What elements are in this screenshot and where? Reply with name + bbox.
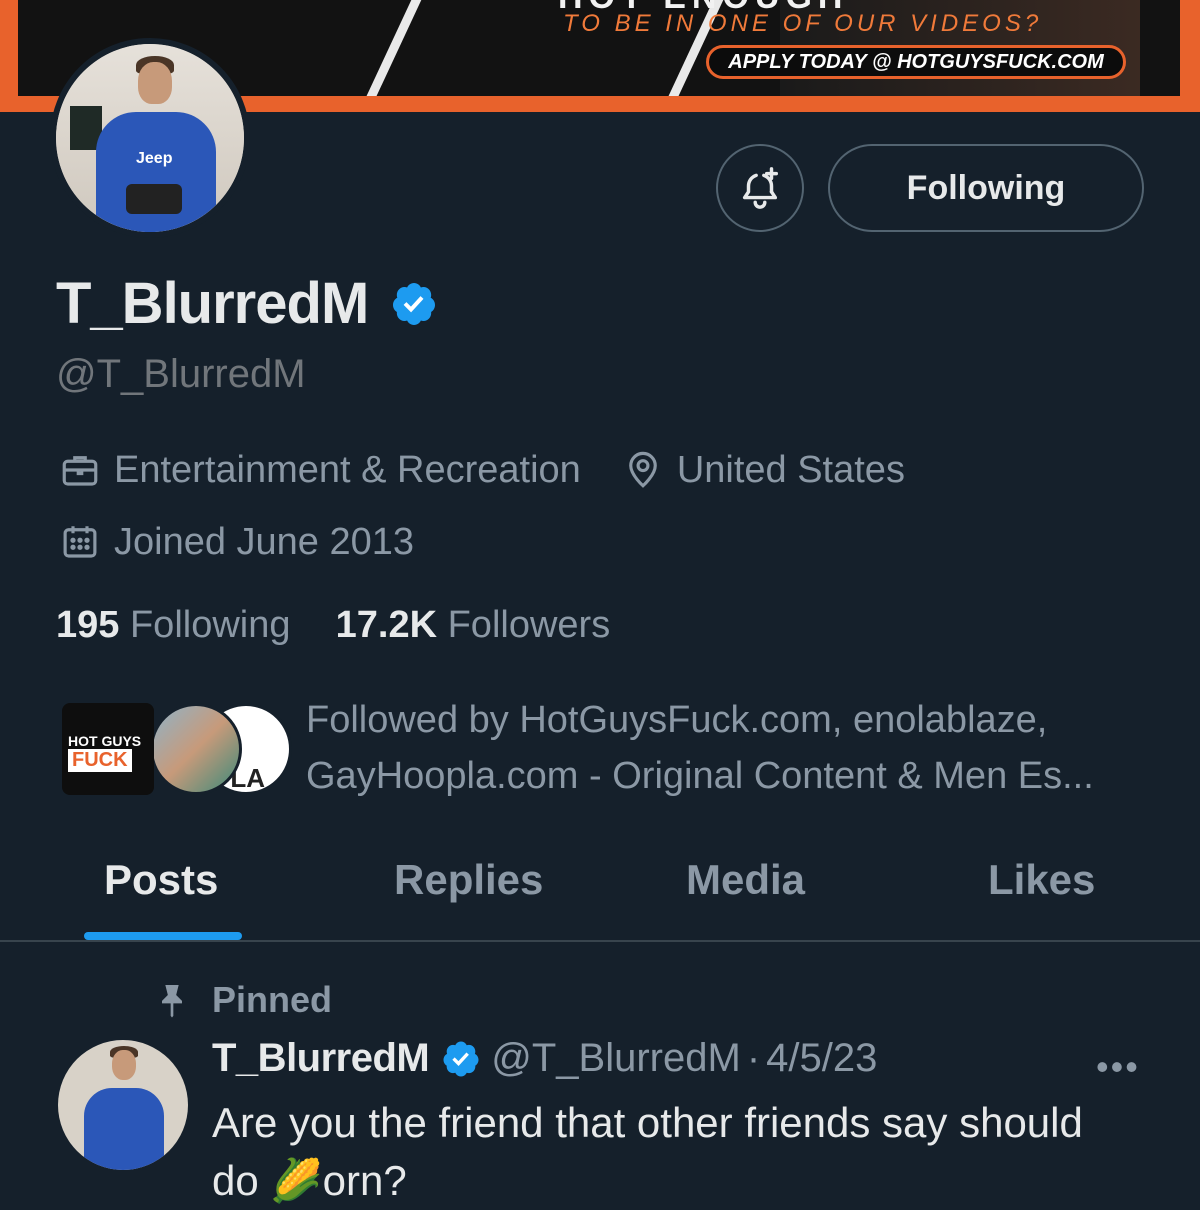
profile-meta-row: Entertainment & Recreation United States xyxy=(58,448,905,492)
banner-divider xyxy=(360,0,426,96)
tab-likes[interactable]: Likes xyxy=(988,856,1095,904)
following-label: Following xyxy=(129,604,291,646)
banner-tagline: TO BE IN ONE OF OUR VIDEOS? xyxy=(563,10,1043,37)
tab-posts[interactable]: Posts xyxy=(104,856,218,904)
verified-badge-icon[interactable] xyxy=(441,1039,481,1079)
post-author-handle[interactable]: @T_BlurredM xyxy=(491,1036,741,1081)
verified-badge-icon[interactable] xyxy=(390,280,438,328)
briefcase-icon xyxy=(58,448,102,492)
profile-location: United States xyxy=(676,448,905,491)
profile-joined: Joined June 2013 xyxy=(114,520,415,563)
profile-name-row: T_BlurredM xyxy=(56,270,438,337)
post-more-button[interactable]: ••• xyxy=(1096,1046,1140,1088)
post-date[interactable]: 4/5/23 xyxy=(766,1036,877,1081)
profile-category: Entertainment & Recreation xyxy=(114,448,581,491)
post-text[interactable]: Are you the friend that other friends sa… xyxy=(212,1094,1092,1210)
notify-button[interactable] xyxy=(716,144,804,232)
followers-count: 17.2K xyxy=(335,604,438,646)
avatar-camera xyxy=(126,184,182,214)
followed-by-text[interactable]: Followed by HotGuysFuck.com, enolablaze,… xyxy=(306,692,1166,804)
pin-icon xyxy=(150,978,194,1022)
profile-handle: @T_BlurredM xyxy=(56,352,306,396)
pinned-label-row: Pinned xyxy=(150,978,332,1022)
post-author-name[interactable]: T_BlurredM xyxy=(212,1036,430,1081)
pinned-label: Pinned xyxy=(212,979,333,1020)
following-count: 195 xyxy=(56,604,120,646)
location-pin-icon xyxy=(621,448,665,492)
avatar-shirt-logo: Jeep xyxy=(136,150,173,167)
bell-plus-icon xyxy=(742,167,779,209)
display-name: T_BlurredM xyxy=(56,271,369,336)
post-header: T_BlurredM @T_BlurredM · 4/5/23 xyxy=(212,1036,877,1081)
profile-tabs: Posts Replies Media Likes xyxy=(0,840,1200,942)
following-button[interactable]: Following xyxy=(828,144,1144,232)
avatar-face xyxy=(138,62,172,104)
active-tab-indicator xyxy=(84,932,242,940)
banner-cta: APPLY TODAY @ HOTGUYSFUCK.COM xyxy=(706,45,1126,79)
post-separator: · xyxy=(746,1036,761,1080)
calendar-icon xyxy=(58,520,102,564)
avatar-shirt xyxy=(96,112,216,232)
following-link[interactable]: 195 Following xyxy=(56,604,291,646)
followers-link[interactable]: 17.2K Followers xyxy=(336,604,611,646)
profile-joined-row: Joined June 2013 xyxy=(58,520,414,564)
tab-replies[interactable]: Replies xyxy=(394,856,543,904)
followed-by-avatar: HOT GUYS FUCK xyxy=(62,703,154,795)
profile-stats: 195 Following 17.2K Followers xyxy=(56,604,610,647)
followers-label: Followers xyxy=(447,604,611,646)
post-author-avatar[interactable] xyxy=(58,1040,188,1170)
profile-avatar[interactable]: Jeep xyxy=(50,38,250,238)
followed-by-avatars[interactable]: HOT GUYS FUCK Y PLA xyxy=(62,703,292,797)
followed-by-avatar xyxy=(150,703,242,795)
tab-media[interactable]: Media xyxy=(686,856,805,904)
